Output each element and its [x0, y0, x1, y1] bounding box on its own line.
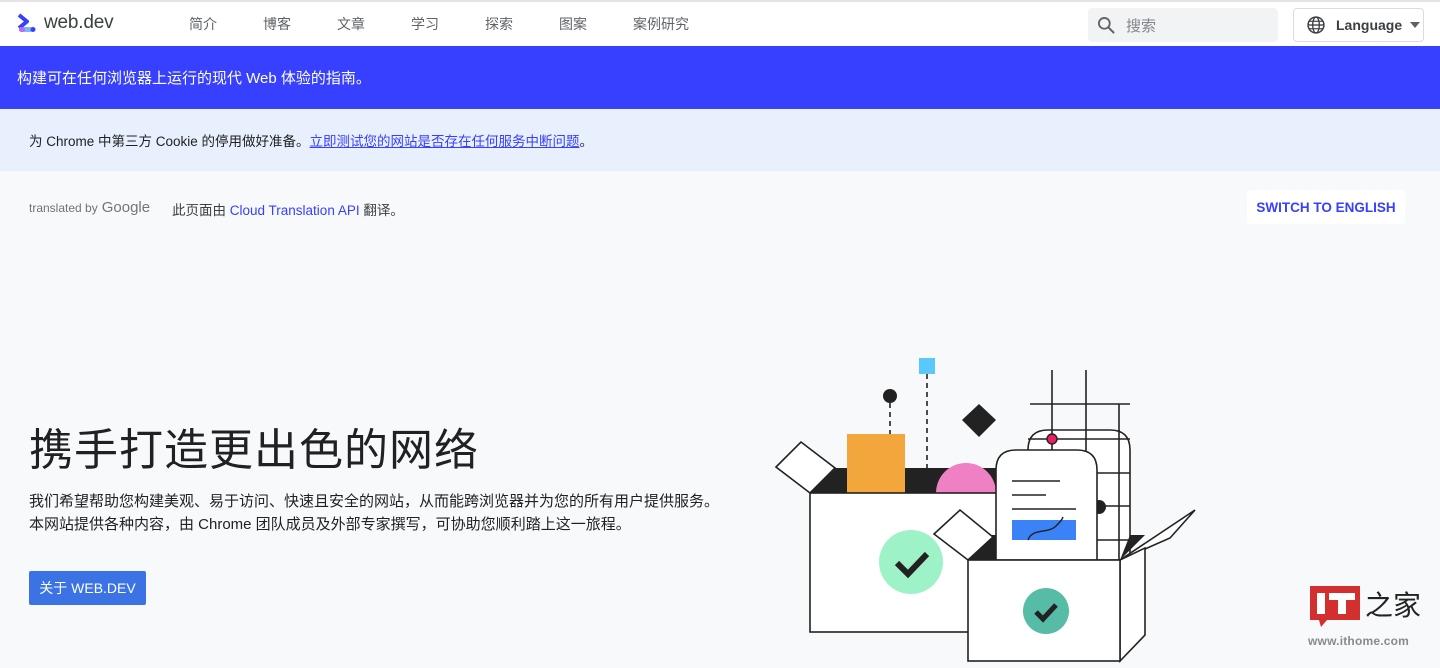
blue-square [919, 358, 935, 374]
search-input[interactable]: 搜索 [1088, 8, 1278, 42]
language-label: Language [1336, 17, 1403, 33]
about-webdev-button[interactable]: 关于 WEB.DEV [29, 571, 146, 605]
black-dot [883, 389, 897, 403]
translated-by-label: translated by [29, 201, 98, 215]
nav-item-explore[interactable]: 探索 [485, 14, 513, 34]
hero-description: 我们希望帮助您构建美观、易于访问、快速且安全的网站，从而能跨浏览器并为您的所有用… [29, 493, 720, 533]
mint-check-circle [879, 530, 943, 594]
site-logo[interactable]: web.dev [16, 12, 114, 34]
ithome-watermark: 之家 www.ithome.com [1305, 583, 1425, 653]
nav-item-patterns[interactable]: 图案 [559, 14, 587, 34]
nav-item-blog[interactable]: 博客 [263, 14, 291, 34]
globe-icon [1307, 16, 1325, 34]
language-selector[interactable]: Language [1293, 8, 1424, 42]
hero-illustration [774, 358, 1196, 663]
translation-note: 此页面由 Cloud Translation API 翻译。 [172, 199, 404, 219]
site-header: web.dev 简介 博客 文章 学习 探索 图案 案例研究 搜索 Langua… [0, 2, 1440, 46]
black-diamond [962, 404, 996, 437]
red-dot [1046, 433, 1058, 445]
translation-note-suffix: 翻译。 [359, 203, 404, 218]
search-placeholder: 搜索 [1126, 17, 1157, 35]
caret-down-icon [1410, 22, 1421, 28]
nav-item-learn[interactable]: 学习 [411, 14, 439, 34]
banner-text: 构建可在任何浏览器上运行的现代 Web 体验的指南。 [17, 70, 371, 87]
cloud-translation-link[interactable]: Cloud Translation API [230, 203, 360, 218]
small-box-side [1119, 546, 1146, 663]
teal-check-circle [1023, 588, 1069, 634]
ithome-url: www.ithome.com [1308, 634, 1410, 648]
switch-to-english-button[interactable]: SWITCH TO ENGLISH [1247, 190, 1405, 224]
document-card [995, 449, 1098, 561]
translation-note-prefix: 此页面由 [172, 203, 230, 218]
site-name: web.dev [44, 12, 114, 33]
search-icon [1098, 17, 1115, 34]
google-logo: Google [101, 199, 151, 216]
document-blue-block [1012, 520, 1076, 540]
notice-text: 为 Chrome 中第三方 Cookie 的停用做好准备。 [29, 134, 310, 149]
ithome-logo-icon: 之家 [1310, 586, 1421, 627]
cookie-notice: 为 Chrome 中第三方 Cookie 的停用做好准备。 立即测试您的网站是否… [0, 109, 1440, 171]
notice-test-link[interactable]: 立即测试您的网站是否存在任何服务中断问题 [310, 130, 580, 150]
translated-by-google: translated by Google [29, 199, 150, 216]
main-nav: 简介 博客 文章 学习 探索 图案 案例研究 [189, 2, 735, 46]
nav-item-intro[interactable]: 简介 [189, 14, 217, 34]
translation-bar: translated by Google 此页面由 Cloud Translat… [0, 171, 1440, 243]
svg-text:之家: 之家 [1365, 589, 1421, 622]
notice-suffix: 。 [579, 134, 594, 149]
webdev-logo-icon [17, 13, 36, 32]
orange-block [847, 434, 905, 493]
nav-item-articles[interactable]: 文章 [337, 14, 365, 34]
nav-item-case-studies[interactable]: 案例研究 [633, 14, 689, 34]
pink-semicircle [936, 463, 996, 493]
tagline-banner: 构建可在任何浏览器上运行的现代 Web 体验的指南。 [0, 46, 1440, 109]
hero-title: 携手打造更出色的网络 [29, 426, 479, 475]
